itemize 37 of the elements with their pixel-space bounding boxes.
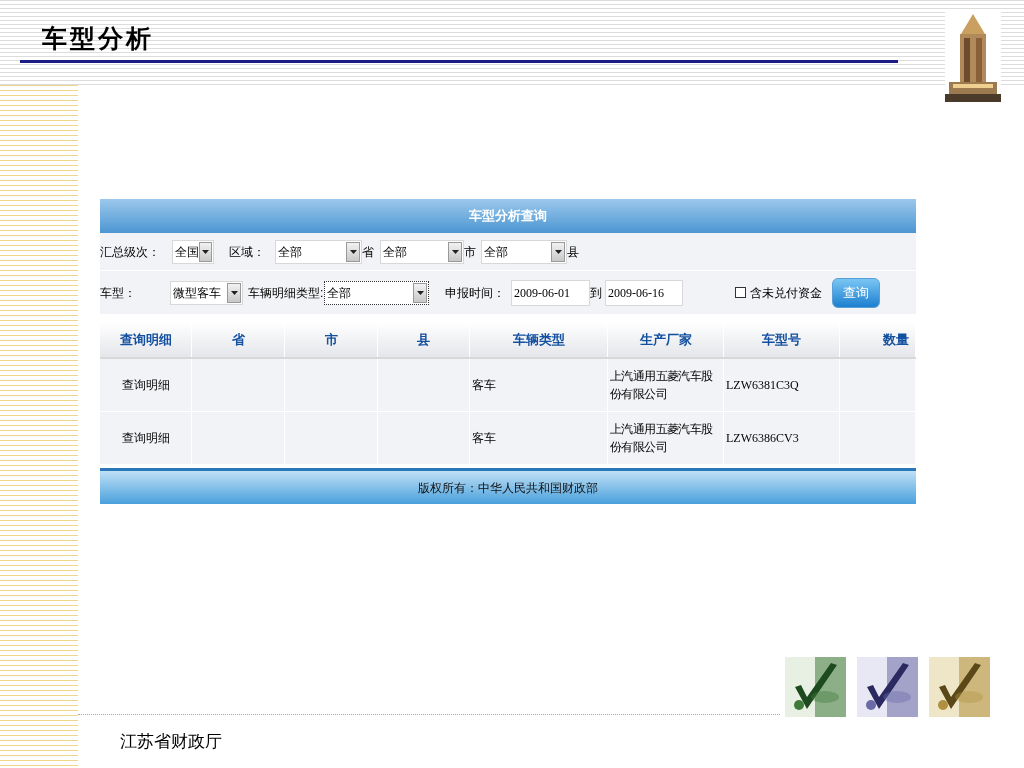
table-cell: 上汽通用五菱汽车股份有限公司 <box>608 412 724 464</box>
dropdown[interactable]: 全部 <box>481 239 567 264</box>
dropdown[interactable]: 微型客车 <box>170 280 243 305</box>
table-cell: 客车 <box>470 412 608 464</box>
copyright-text: 版权所有：中华人民共和国财政部 <box>418 479 598 497</box>
caret-icon <box>346 241 360 262</box>
detail-link[interactable]: 查询明细 <box>121 376 170 394</box>
dropdown[interactable]: 全部 <box>275 239 362 264</box>
caret-icon <box>551 241 565 262</box>
dropdown[interactable]: 全部 <box>324 280 429 305</box>
checkbox[interactable] <box>735 287 746 298</box>
date-field[interactable]: 2009-06-01 <box>511 279 590 306</box>
field-label: 申报时间： <box>445 284 506 302</box>
field-label: 汇总级次： <box>100 243 161 261</box>
table-cell: LZW6386CV3 <box>724 412 840 464</box>
field-label: 车型： <box>100 284 137 302</box>
panel-title: 车型分析查询 <box>469 207 547 226</box>
table-cell: LZW6381C3Q <box>724 359 840 411</box>
dropdown[interactable]: 全部 <box>380 239 464 264</box>
field-label: 车辆明细类型: <box>248 284 324 302</box>
date-field[interactable]: 2009-06-16 <box>605 279 683 306</box>
field-label: 区域： <box>229 243 266 261</box>
field-label: 省 <box>362 243 375 261</box>
table-cell: 上汽通用五菱汽车股份有限公司 <box>608 359 724 411</box>
caret-icon <box>413 282 427 303</box>
field-label: 市 <box>464 243 477 261</box>
slide-footer: 江苏省财政厅 <box>120 729 222 755</box>
caret-icon <box>199 241 212 262</box>
checkbox-label: 含未兑付资金 <box>750 284 822 302</box>
field-label: 县 <box>567 243 580 261</box>
dropdown[interactable]: 全国 <box>172 239 214 264</box>
slide-title: 车型分析 <box>41 23 155 54</box>
field-label: 到 <box>590 284 603 302</box>
table-cell: 客车 <box>470 359 608 411</box>
caret-icon <box>448 241 462 262</box>
detail-link[interactable]: 查询明细 <box>121 429 170 447</box>
caret-icon <box>227 282 241 303</box>
